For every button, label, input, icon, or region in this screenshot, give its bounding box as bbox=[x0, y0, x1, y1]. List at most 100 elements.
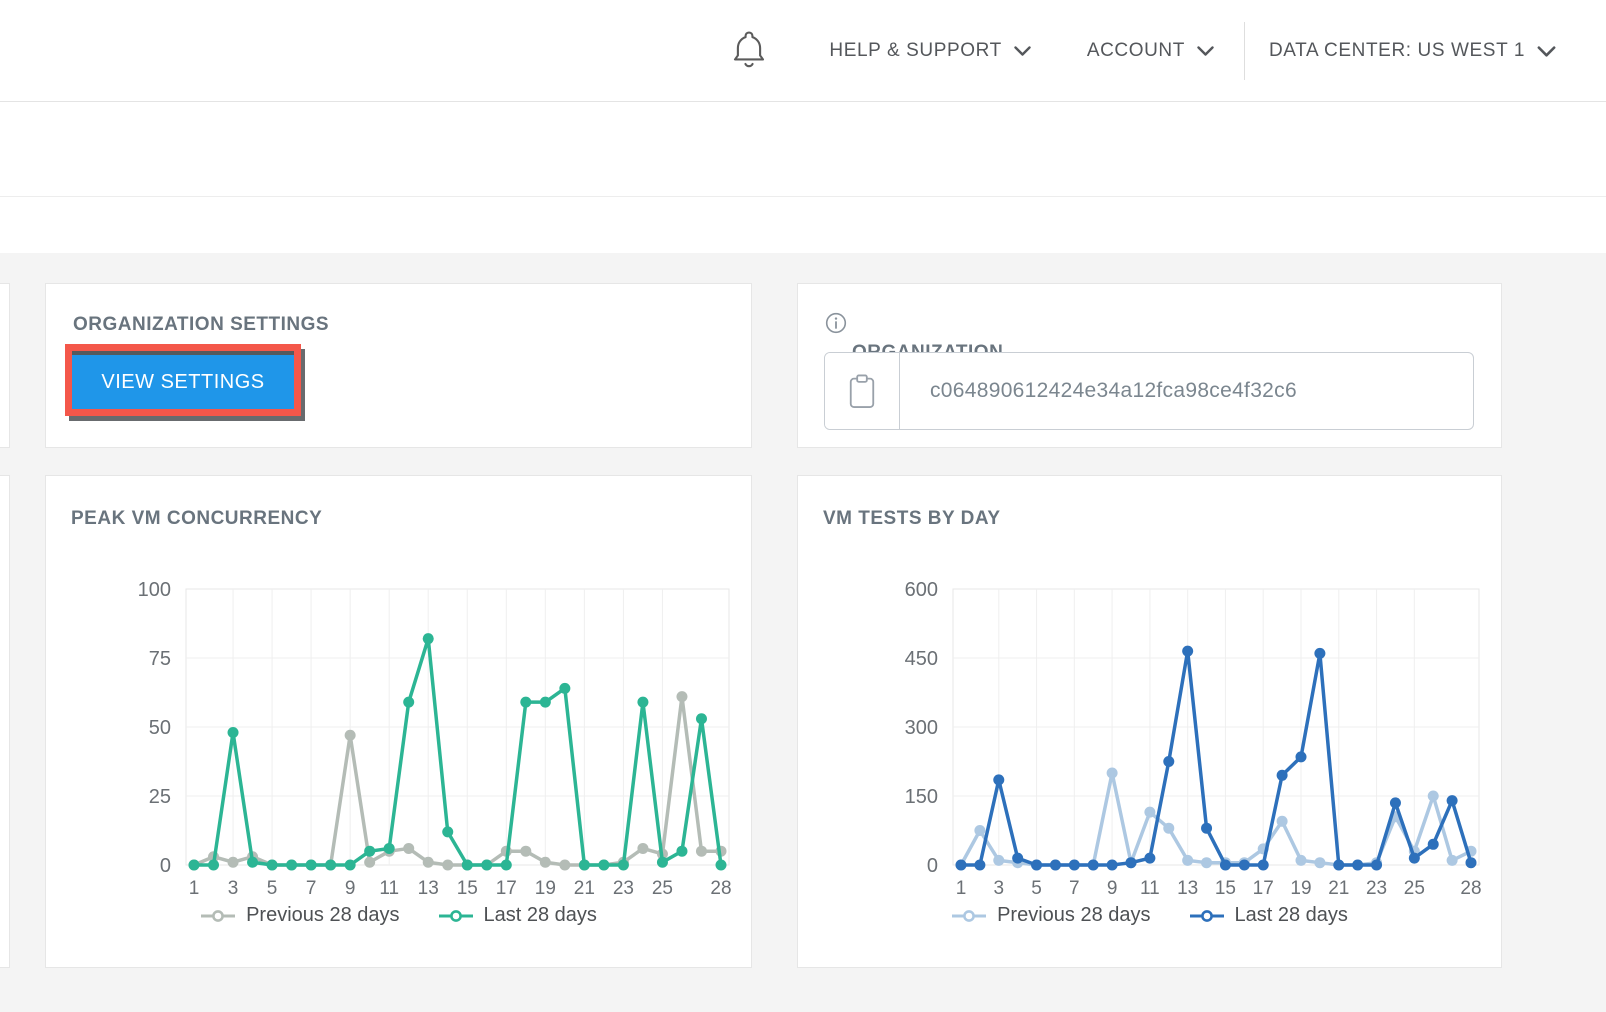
notifications-bell-button[interactable] bbox=[731, 29, 767, 72]
data-point-previous-28-days bbox=[423, 857, 434, 868]
x-tick-label: 3 bbox=[993, 878, 1004, 899]
x-tick-label: 1 bbox=[189, 878, 200, 899]
legend-marker-icon bbox=[200, 909, 236, 923]
nav-items: HELP & SUPPORT ACCOUNT DATA CENTER: US W… bbox=[731, 0, 1556, 101]
peak-vm-concurrency-chart: 025507510013579111315171921232528 bbox=[46, 564, 741, 904]
y-tick-label: 600 bbox=[905, 579, 938, 601]
data-point-last-28-days bbox=[1333, 860, 1344, 871]
data-point-previous-28-days bbox=[1428, 791, 1439, 802]
peak-vm-concurrency-card: PEAK VM CONCURRENCY 02550751001357911131… bbox=[45, 475, 752, 968]
view-settings-button[interactable]: VIEW SETTINGS bbox=[72, 351, 294, 409]
x-tick-label: 7 bbox=[1069, 878, 1080, 899]
data-point-last-28-days bbox=[286, 860, 297, 871]
data-point-previous-28-days bbox=[540, 857, 551, 868]
data-point-last-28-days bbox=[637, 697, 648, 708]
data-point-last-28-days bbox=[1201, 823, 1212, 834]
data-point-last-28-days bbox=[559, 683, 570, 694]
organization-id-field[interactable]: c064890612424e34a12fca98ce4f32c6 bbox=[824, 352, 1474, 430]
data-point-last-28-days bbox=[325, 860, 336, 871]
data-point-last-28-days bbox=[1409, 853, 1420, 864]
x-tick-label: 17 bbox=[1253, 878, 1274, 899]
data-point-previous-28-days bbox=[1296, 855, 1307, 866]
data-point-last-28-days bbox=[598, 860, 609, 871]
organization-id-title-row: ORGANIZATION ID bbox=[825, 312, 847, 334]
data-point-last-28-days bbox=[403, 697, 414, 708]
chart-legend: Previous 28 days Last 28 days bbox=[46, 904, 751, 927]
legend-item-previous-28-days[interactable]: Previous 28 days bbox=[951, 904, 1150, 927]
y-tick-label: 150 bbox=[905, 786, 938, 808]
chart-legend: Previous 28 days Last 28 days bbox=[798, 904, 1501, 927]
data-point-last-28-days bbox=[676, 846, 687, 857]
organization-id-value: c064890612424e34a12fca98ce4f32c6 bbox=[900, 353, 1473, 429]
x-tick-label: 3 bbox=[228, 878, 239, 899]
data-point-previous-28-days bbox=[974, 825, 985, 836]
y-tick-label: 300 bbox=[905, 717, 938, 739]
chevron-down-icon bbox=[1014, 46, 1031, 57]
data-point-previous-28-days bbox=[993, 855, 1004, 866]
data-point-last-28-days bbox=[1220, 860, 1231, 871]
data-point-last-28-days bbox=[1182, 646, 1193, 657]
data-point-previous-28-days bbox=[1447, 855, 1458, 866]
chevron-down-icon bbox=[1537, 46, 1556, 58]
y-tick-label: 0 bbox=[927, 855, 938, 877]
legend-label: Last 28 days bbox=[1235, 904, 1348, 927]
legend-item-last-28-days[interactable]: Last 28 days bbox=[438, 904, 597, 927]
legend-item-previous-28-days[interactable]: Previous 28 days bbox=[200, 904, 399, 927]
info-icon[interactable] bbox=[825, 312, 847, 334]
data-point-last-28-days bbox=[1126, 857, 1137, 868]
data-point-last-28-days bbox=[1314, 648, 1325, 659]
data-point-last-28-days bbox=[696, 713, 707, 724]
data-point-last-28-days bbox=[345, 860, 356, 871]
data-point-last-28-days bbox=[1239, 860, 1250, 871]
data-point-last-28-days bbox=[1144, 853, 1155, 864]
account-menu[interactable]: ACCOUNT bbox=[1087, 40, 1214, 62]
data-point-previous-28-days bbox=[345, 730, 356, 741]
x-tick-label: 25 bbox=[1404, 878, 1425, 899]
series-line-last-28-days bbox=[194, 639, 721, 865]
data-point-last-28-days bbox=[228, 727, 239, 738]
data-point-last-28-days bbox=[1447, 795, 1458, 806]
data-point-previous-28-days bbox=[1144, 807, 1155, 818]
data-point-previous-28-days bbox=[637, 843, 648, 854]
bell-icon bbox=[731, 29, 767, 69]
data-point-last-28-days bbox=[1163, 756, 1174, 767]
help-support-menu[interactable]: HELP & SUPPORT bbox=[829, 40, 1030, 62]
x-tick-label: 11 bbox=[379, 878, 399, 899]
data-point-last-28-days bbox=[579, 860, 590, 871]
data-point-last-28-days bbox=[1277, 770, 1288, 781]
data-point-previous-28-days bbox=[1277, 816, 1288, 827]
content-area: ORGANIZATION SETTINGS VIEW SETTINGS ORGA… bbox=[0, 253, 1606, 1012]
x-tick-label: 17 bbox=[496, 878, 517, 899]
organization-settings-card: ORGANIZATION SETTINGS VIEW SETTINGS bbox=[45, 283, 752, 448]
x-tick-label: 5 bbox=[267, 878, 278, 899]
data-point-last-28-days bbox=[1428, 839, 1439, 850]
x-tick-label: 9 bbox=[1107, 878, 1118, 899]
copy-to-clipboard-button[interactable] bbox=[825, 353, 900, 429]
help-support-label: HELP & SUPPORT bbox=[829, 40, 1001, 62]
partial-card-left-bottom bbox=[0, 475, 10, 968]
legend-item-last-28-days[interactable]: Last 28 days bbox=[1189, 904, 1348, 927]
chevron-down-icon bbox=[1197, 46, 1214, 57]
x-tick-label: 23 bbox=[613, 878, 634, 899]
data-point-previous-28-days bbox=[1107, 768, 1118, 779]
legend-marker-icon bbox=[1189, 909, 1225, 923]
partial-card-left-top bbox=[0, 283, 10, 448]
y-tick-label: 450 bbox=[905, 648, 938, 670]
data-point-previous-28-days bbox=[364, 857, 375, 868]
data-point-last-28-days bbox=[208, 860, 219, 871]
y-tick-label: 25 bbox=[149, 786, 171, 808]
data-point-last-28-days bbox=[993, 774, 1004, 785]
data-center-menu[interactable]: DATA CENTER: US WEST 1 bbox=[1269, 40, 1556, 62]
y-tick-label: 50 bbox=[149, 717, 171, 739]
legend-label: Previous 28 days bbox=[997, 904, 1150, 927]
toolbar-band bbox=[0, 103, 1606, 197]
data-point-previous-28-days bbox=[403, 843, 414, 854]
data-point-last-28-days bbox=[974, 860, 985, 871]
x-tick-label: 28 bbox=[710, 878, 731, 899]
legend-marker-icon bbox=[438, 909, 474, 923]
x-tick-label: 7 bbox=[306, 878, 317, 899]
data-point-last-28-days bbox=[384, 843, 395, 854]
x-tick-label: 21 bbox=[574, 878, 595, 899]
data-point-previous-28-days bbox=[559, 860, 570, 871]
dashboard-page: HELP & SUPPORT ACCOUNT DATA CENTER: US W… bbox=[0, 0, 1606, 1012]
